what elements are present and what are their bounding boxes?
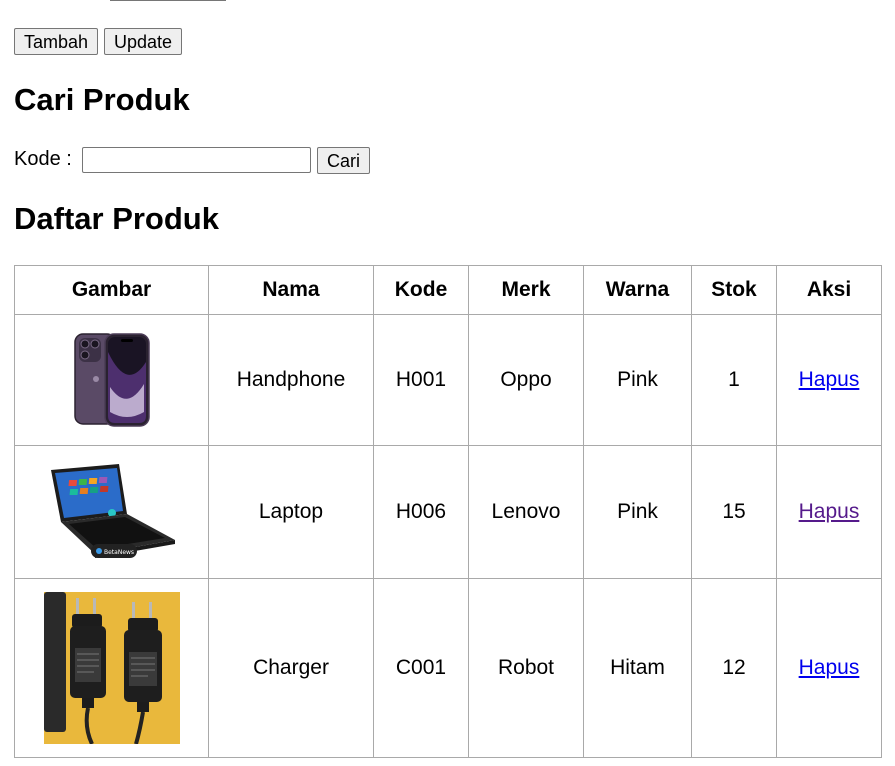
table-row: BetaNews Laptop H006 Lenovo Pink 15 Hapu… — [14, 445, 882, 579]
product-nama: Handphone — [208, 314, 374, 446]
smartphone-image — [73, 332, 151, 428]
product-aksi-cell: Hapus — [776, 314, 882, 446]
product-kode: C001 — [373, 578, 469, 758]
page: Tambah Update Cari Produk Kode : Cari Da… — [0, 0, 895, 766]
product-list-heading: Daftar Produk — [14, 201, 219, 236]
product-stok: 15 — [691, 445, 777, 579]
column-header-stok: Stok — [691, 265, 777, 315]
hapus-link[interactable]: Hapus — [799, 368, 860, 391]
table-row: Handphone H001 Oppo Pink 1 Hapus — [14, 314, 882, 446]
svg-text:BetaNews: BetaNews — [104, 549, 134, 556]
column-header-gambar: Gambar — [14, 265, 209, 315]
column-header-aksi: Aksi — [776, 265, 882, 315]
product-stok: 1 — [691, 314, 777, 446]
hapus-link[interactable]: Hapus — [799, 656, 860, 679]
product-nama: Laptop — [208, 445, 374, 579]
top-input-field[interactable] — [110, 0, 226, 1]
search-label: Kode : — [14, 148, 72, 170]
product-image-cell — [14, 314, 209, 446]
product-image-cell — [14, 578, 209, 758]
product-kode: H006 — [373, 445, 469, 579]
cari-button[interactable]: Cari — [317, 147, 370, 174]
laptop-image: BetaNews — [47, 462, 177, 562]
product-table: Gambar Nama Kode Merk Warna Stok Aksi Ha… — [14, 265, 882, 758]
table-row: Charger C001 Robot Hitam 12 Hapus — [14, 578, 882, 758]
update-button[interactable]: Update — [104, 28, 182, 55]
product-merk: Oppo — [468, 314, 584, 446]
product-warna: Pink — [583, 445, 692, 579]
product-merk: Lenovo — [468, 445, 584, 579]
column-header-warna: Warna — [583, 265, 692, 315]
tambah-button[interactable]: Tambah — [14, 28, 98, 55]
hapus-link[interactable]: Hapus — [799, 500, 860, 523]
column-header-kode: Kode — [373, 265, 469, 315]
column-header-nama: Nama — [208, 265, 374, 315]
product-stok: 12 — [691, 578, 777, 758]
table-header-row: Gambar Nama Kode Merk Warna Stok Aksi — [14, 265, 882, 315]
product-merk: Robot — [468, 578, 584, 758]
product-warna: Hitam — [583, 578, 692, 758]
search-heading: Cari Produk — [14, 82, 190, 117]
charger-image — [43, 592, 180, 744]
product-image-cell: BetaNews — [14, 445, 209, 579]
product-aksi-cell: Hapus — [776, 445, 882, 579]
product-aksi-cell: Hapus — [776, 578, 882, 758]
product-kode: H001 — [373, 314, 469, 446]
kode-search-input[interactable] — [82, 147, 311, 173]
column-header-merk: Merk — [468, 265, 584, 315]
product-nama: Charger — [208, 578, 374, 758]
product-warna: Pink — [583, 314, 692, 446]
